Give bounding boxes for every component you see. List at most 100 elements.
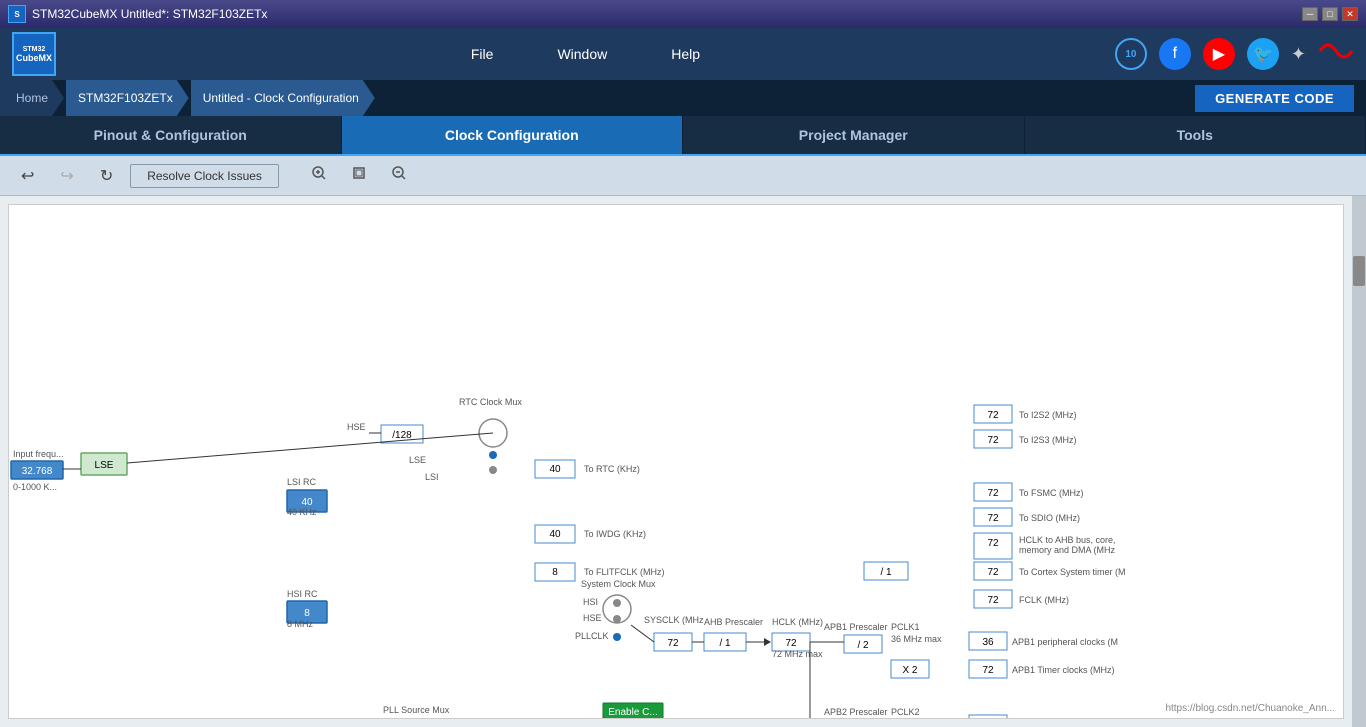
network-icon[interactable]: ✦: [1291, 44, 1306, 65]
svg-text:72: 72: [987, 435, 999, 446]
help-menu[interactable]: Help: [663, 42, 708, 66]
svg-text:72: 72: [987, 538, 999, 549]
svg-text:APB1 peripheral clocks (M: APB1 peripheral clocks (M: [1012, 637, 1118, 647]
tab-tools[interactable]: Tools: [1025, 116, 1366, 154]
svg-text:PCLK2: PCLK2: [891, 707, 920, 717]
file-menu[interactable]: File: [463, 42, 502, 66]
youtube-icon[interactable]: ▶: [1203, 38, 1235, 70]
twitter-icon[interactable]: 🐦: [1247, 38, 1279, 70]
svg-text:To I2S2 (MHz): To I2S2 (MHz): [1019, 410, 1077, 420]
svg-text:SYSCLK (MHz: SYSCLK (MHz: [644, 615, 704, 625]
refresh-button[interactable]: ↻: [91, 161, 122, 191]
resolve-clock-issues-button[interactable]: Resolve Clock Issues: [130, 164, 279, 188]
svg-text:72: 72: [987, 595, 999, 606]
svg-text:FCLK (MHz): FCLK (MHz): [1019, 595, 1069, 605]
svg-text:72: 72: [987, 410, 999, 421]
svg-text:PLLCLK: PLLCLK: [575, 631, 609, 641]
svg-text:LSE: LSE: [409, 455, 426, 465]
clock-diagram[interactable]: Input frequ... 32.768 0-1000 K... LSE HS…: [8, 204, 1344, 719]
svg-text:memory and DMA (MHz: memory and DMA (MHz: [1019, 545, 1116, 555]
svg-text:40: 40: [549, 464, 561, 475]
generate-code-button[interactable]: GENERATE CODE: [1195, 85, 1354, 112]
breadcrumb-device[interactable]: STM32F103ZETx: [66, 80, 189, 116]
zoom-out-button[interactable]: [383, 161, 415, 190]
svg-text:To RTC (KHz): To RTC (KHz): [584, 464, 640, 474]
svg-text:/ 2: / 2: [857, 640, 869, 651]
svg-text:72 MHz max: 72 MHz max: [772, 649, 823, 659]
svg-text:0-1000 K...: 0-1000 K...: [13, 482, 57, 492]
svg-text:8 MHz: 8 MHz: [287, 619, 314, 629]
st-logo: [1318, 37, 1354, 72]
svg-text:8: 8: [304, 608, 310, 619]
window-controls[interactable]: ─ □ ✕: [1302, 7, 1358, 21]
svg-text:RTC Clock Mux: RTC Clock Mux: [459, 397, 522, 407]
maximize-button[interactable]: □: [1322, 7, 1338, 21]
watermark: https://blog.csdn.net/Chuanoke_Ann...: [1165, 703, 1335, 714]
svg-text:/128: /128: [392, 430, 412, 441]
undo-button[interactable]: ↩: [12, 161, 43, 191]
svg-text:HSI RC: HSI RC: [287, 589, 318, 599]
close-button[interactable]: ✕: [1342, 7, 1358, 21]
window-menu[interactable]: Window: [549, 42, 615, 66]
svg-text:36 MHz max: 36 MHz max: [891, 634, 942, 644]
svg-text:Enable C...: Enable C...: [608, 707, 657, 718]
breadcrumb-page[interactable]: Untitled - Clock Configuration: [191, 80, 375, 116]
svg-text:72: 72: [667, 638, 679, 649]
svg-text:To I2S3 (MHz): To I2S3 (MHz): [1019, 435, 1077, 445]
svg-text:To IWDG (KHz): To IWDG (KHz): [584, 529, 646, 539]
svg-text:LSI: LSI: [425, 472, 439, 482]
breadcrumb-nav: Home STM32F103ZETx Untitled - Clock Conf…: [0, 80, 377, 116]
svg-text:36: 36: [982, 637, 994, 648]
svg-text:HSE: HSE: [583, 613, 602, 623]
app-logo: STM32 CubeMX: [12, 32, 56, 76]
svg-text:72: 72: [785, 638, 797, 649]
menu-bar: STM32 CubeMX File Window Help 10 f ▶ 🐦 ✦: [0, 28, 1366, 80]
svg-text:APB2 Prescaler: APB2 Prescaler: [824, 707, 888, 717]
svg-text:LSE: LSE: [95, 460, 114, 471]
svg-text:AHB Prescaler: AHB Prescaler: [704, 617, 763, 627]
svg-text:HCLK to AHB bus, core,: HCLK to AHB bus, core,: [1019, 535, 1116, 545]
svg-text:HCLK (MHz): HCLK (MHz): [772, 617, 823, 627]
social-icons: 10 f ▶ 🐦 ✦: [1115, 37, 1354, 72]
svg-text:X 2: X 2: [902, 665, 917, 676]
svg-text:To SDIO (MHz): To SDIO (MHz): [1019, 513, 1080, 523]
tab-pinout[interactable]: Pinout & Configuration: [0, 116, 342, 154]
svg-text:APB1 Prescaler: APB1 Prescaler: [824, 622, 888, 632]
svg-text:HSE: HSE: [347, 422, 366, 432]
redo-button[interactable]: ↪: [51, 161, 82, 191]
toolbar: ↩ ↪ ↻ Resolve Clock Issues: [0, 156, 1366, 196]
app-icon: S: [8, 5, 26, 23]
minimize-button[interactable]: ─: [1302, 7, 1318, 21]
version-badge: 10: [1115, 38, 1147, 70]
svg-text:PLL Source Mux: PLL Source Mux: [383, 705, 450, 715]
svg-text:To Cortex System timer (M: To Cortex System timer (M: [1019, 567, 1126, 577]
svg-text:APB1 Timer clocks (MHz): APB1 Timer clocks (MHz): [1012, 665, 1115, 675]
vertical-scrollbar[interactable]: [1352, 196, 1366, 727]
title-text: STM32CubeMX Untitled*: STM32F103ZETx: [32, 7, 267, 21]
svg-text:/ 1: / 1: [719, 638, 731, 649]
tab-clock[interactable]: Clock Configuration: [342, 116, 684, 154]
title-bar: S STM32CubeMX Untitled*: STM32F103ZETx ─…: [0, 0, 1366, 28]
svg-text:To FLITFCLK (MHz): To FLITFCLK (MHz): [584, 567, 665, 577]
svg-text:72: 72: [987, 567, 999, 578]
breadcrumb-home[interactable]: Home: [0, 80, 64, 116]
svg-text:72: 72: [987, 513, 999, 524]
menu-items: File Window Help: [463, 42, 708, 66]
scrollbar-thumb[interactable]: [1353, 256, 1365, 286]
stm32-logo: STM32 CubeMX: [12, 32, 56, 76]
main-content: Input frequ... 32.768 0-1000 K... LSE HS…: [0, 196, 1366, 727]
zoom-fit-button[interactable]: [343, 161, 375, 190]
tab-project[interactable]: Project Manager: [683, 116, 1025, 154]
svg-text:40 KHz: 40 KHz: [287, 507, 317, 517]
svg-text:Input frequ...: Input frequ...: [13, 449, 64, 459]
svg-text:72: 72: [987, 488, 999, 499]
svg-text:System Clock Mux: System Clock Mux: [581, 579, 656, 589]
breadcrumb-bar: Home STM32F103ZETx Untitled - Clock Conf…: [0, 80, 1366, 116]
facebook-icon[interactable]: f: [1159, 38, 1191, 70]
svg-text:72: 72: [982, 665, 994, 676]
svg-text:8: 8: [552, 567, 558, 578]
zoom-in-button[interactable]: [303, 161, 335, 190]
svg-text:PCLK1: PCLK1: [891, 622, 920, 632]
svg-text:To FSMC (MHz): To FSMC (MHz): [1019, 488, 1084, 498]
svg-text:LSI RC: LSI RC: [287, 477, 317, 487]
